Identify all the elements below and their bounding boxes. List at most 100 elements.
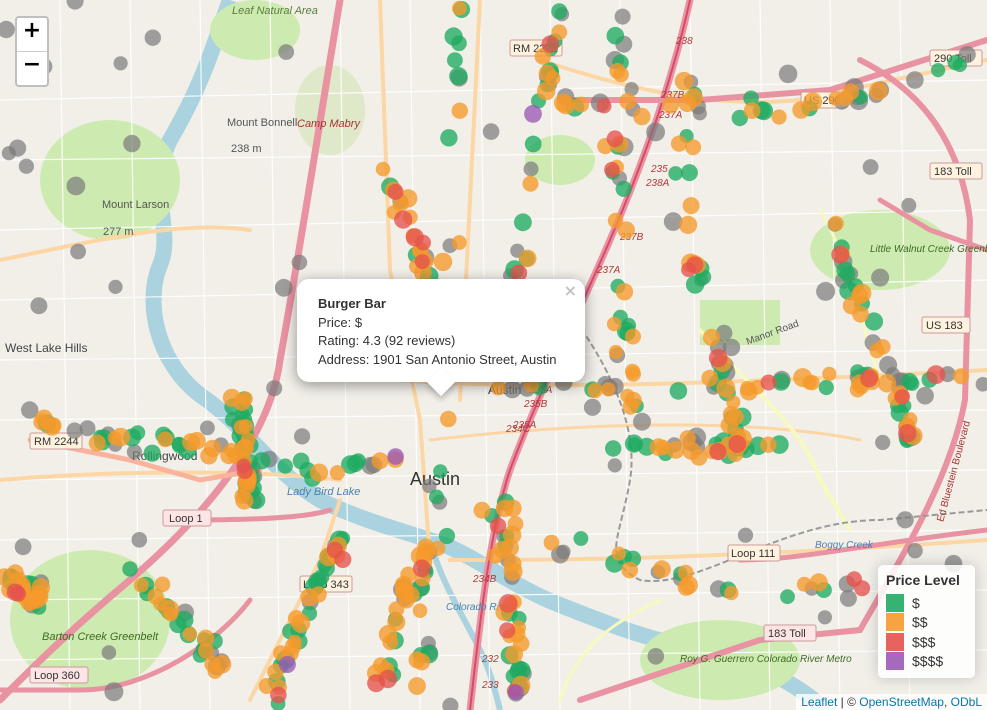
restaurant-marker[interactable] [522,175,539,192]
restaurant-marker[interactable] [726,395,741,410]
restaurant-marker[interactable] [378,669,397,689]
restaurant-marker[interactable] [440,410,457,428]
restaurant-marker[interactable] [701,369,719,387]
restaurant-marker[interactable] [862,159,879,175]
restaurant-marker[interactable] [188,431,206,450]
restaurant-marker[interactable] [122,561,138,577]
restaurant-marker[interactable] [523,161,539,177]
restaurant-marker[interactable] [583,398,602,416]
restaurant-marker[interactable] [413,559,431,578]
restaurant-marker[interactable] [743,102,761,119]
restaurant-marker[interactable] [653,560,671,579]
restaurant-marker[interactable] [0,20,15,39]
restaurant-marker[interactable] [449,66,468,86]
restaurant-marker[interactable] [737,527,754,543]
restaurant-marker[interactable] [447,52,463,69]
restaurant-marker[interactable] [88,434,106,452]
restaurant-marker[interactable] [625,366,641,382]
restaurant-marker[interactable] [953,368,970,385]
restaurant-marker[interactable] [724,585,739,601]
restaurant-marker[interactable] [107,431,122,445]
restaurant-marker[interactable] [197,629,215,647]
restaurant-marker[interactable] [621,561,639,579]
restaurant-marker[interactable] [524,105,542,123]
restaurant-marker[interactable] [507,516,524,532]
restaurant-marker[interactable] [396,584,415,602]
restaurant-marker[interactable] [414,254,430,270]
restaurant-marker[interactable] [854,580,871,597]
restaurant-marker[interactable] [898,424,917,443]
restaurant-marker[interactable] [792,101,810,119]
restaurant-marker[interactable] [907,543,923,559]
restaurant-marker[interactable] [606,130,624,148]
restaurant-marker[interactable] [541,35,560,53]
restaurant-marker[interactable] [266,380,283,397]
restaurant-marker[interactable] [708,348,728,368]
restaurant-marker[interactable] [796,576,812,592]
restaurant-marker[interactable] [619,92,637,110]
restaurant-marker[interactable] [947,55,963,71]
restaurant-marker[interactable] [233,393,251,411]
restaurant-marker[interactable] [646,122,665,142]
restaurant-marker[interactable] [126,444,142,460]
restaurant-marker[interactable] [131,532,148,548]
restaurant-marker[interactable] [482,123,500,140]
restaurant-marker[interactable] [408,677,426,695]
restaurant-marker[interactable] [412,603,428,618]
restaurant-marker[interactable] [10,585,27,602]
restaurant-marker[interactable] [860,369,879,388]
odbl-link[interactable]: ODbL [951,695,982,709]
restaurant-marker[interactable] [489,517,507,534]
restaurant-marker[interactable] [771,109,787,125]
restaurant-marker[interactable] [442,697,459,710]
restaurant-marker[interactable] [869,343,885,359]
restaurant-marker[interactable] [573,96,589,113]
restaurant-marker[interactable] [274,278,293,297]
restaurant-marker[interactable] [901,197,917,213]
restaurant-marker[interactable] [573,531,589,546]
restaurant-marker[interactable] [780,589,795,605]
restaurant-marker[interactable] [906,71,924,89]
restaurant-marker[interactable] [101,645,117,660]
restaurant-marker[interactable] [329,465,345,481]
restaurant-marker[interactable] [514,213,532,232]
restaurant-marker[interactable] [473,501,491,519]
restaurant-marker[interactable] [587,382,603,399]
restaurant-marker[interactable] [822,366,837,381]
restaurant-marker[interactable] [499,622,516,639]
restaurant-marker[interactable] [204,656,221,673]
restaurant-marker[interactable] [444,27,463,46]
restaurant-marker[interactable] [931,63,946,78]
restaurant-marker[interactable] [66,422,83,439]
restaurant-marker[interactable] [270,686,287,704]
restaurant-marker[interactable] [240,432,256,448]
restaurant-marker[interactable] [113,56,128,71]
restaurant-marker[interactable] [300,588,319,607]
restaurant-marker[interactable] [680,164,698,182]
restaurant-marker[interactable] [394,210,413,229]
restaurant-marker[interactable] [203,439,222,458]
restaurant-marker[interactable] [871,268,890,287]
restaurant-marker[interactable] [624,434,644,453]
restaurant-marker[interactable] [430,540,446,557]
restaurant-marker[interactable] [18,158,34,174]
restaurant-marker[interactable] [690,448,708,466]
restaurant-marker[interactable] [387,613,406,632]
restaurant-marker[interactable] [495,499,514,518]
restaurant-marker[interactable] [760,436,777,453]
restaurant-marker[interactable] [836,261,854,279]
restaurant-marker[interactable] [133,577,149,593]
restaurant-marker[interactable] [518,249,537,268]
restaurant-marker[interactable] [66,176,86,196]
restaurant-marker[interactable] [278,44,295,60]
restaurant-marker[interactable] [326,541,344,559]
restaurant-marker[interactable] [157,431,174,448]
restaurant-marker[interactable] [896,511,914,529]
restaurant-marker[interactable] [596,98,612,114]
restaurant-marker[interactable] [625,328,641,345]
restaurant-marker[interactable] [615,283,634,301]
restaurant-marker[interactable] [451,235,467,250]
restaurant-marker[interactable] [234,488,250,504]
restaurant-marker[interactable] [760,374,777,391]
restaurant-marker[interactable] [9,139,27,157]
